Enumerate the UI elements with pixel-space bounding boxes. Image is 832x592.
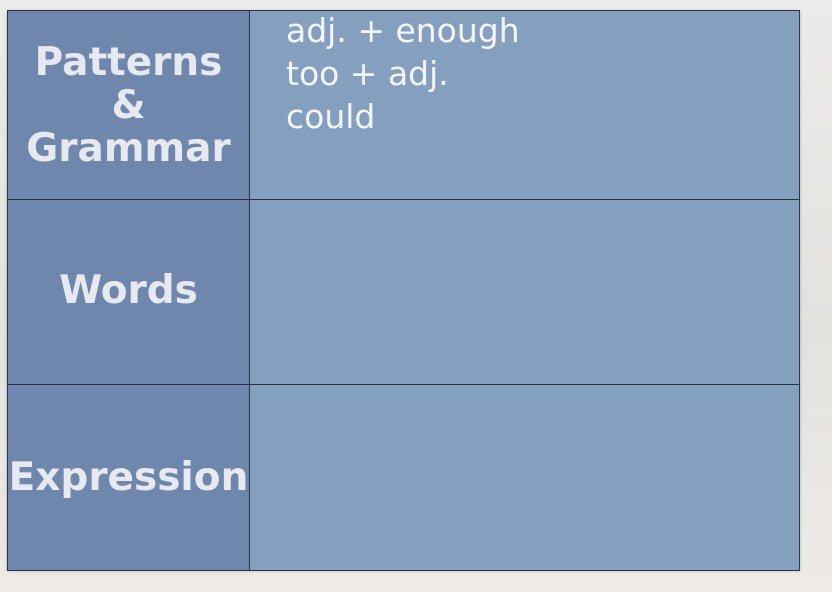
slide: Patterns & Grammar adj. + enough too + a…: [7, 10, 800, 571]
row-label-line: &: [111, 82, 146, 128]
table-row-expression: Expression: [7, 384, 800, 571]
row-content-expression: [249, 384, 800, 571]
table-row-patterns-grammar: Patterns & Grammar adj. + enough too + a…: [7, 9, 800, 200]
table-row-words: Words: [7, 199, 800, 385]
list-item: could: [286, 96, 376, 136]
row-label-patterns-grammar: Patterns & Grammar: [7, 10, 250, 200]
row-label-line: Words: [59, 267, 198, 313]
row-content-words: [249, 199, 800, 385]
row-label-line: Patterns: [34, 39, 223, 85]
row-label-words: Words: [7, 199, 250, 385]
row-label-line: Grammar: [26, 125, 231, 171]
row-content-patterns-grammar: adj. + enough too + adj. could: [249, 9, 800, 200]
vocabulary-table: Patterns & Grammar adj. + enough too + a…: [7, 10, 800, 571]
list-item: too + adj.: [286, 53, 449, 93]
row-label-line: Expression: [8, 455, 249, 500]
grammar-list: adj. + enough too + adj. could: [250, 9, 799, 138]
list-item: adj. + enough: [286, 10, 520, 50]
row-label-expression: Expression: [7, 384, 250, 571]
